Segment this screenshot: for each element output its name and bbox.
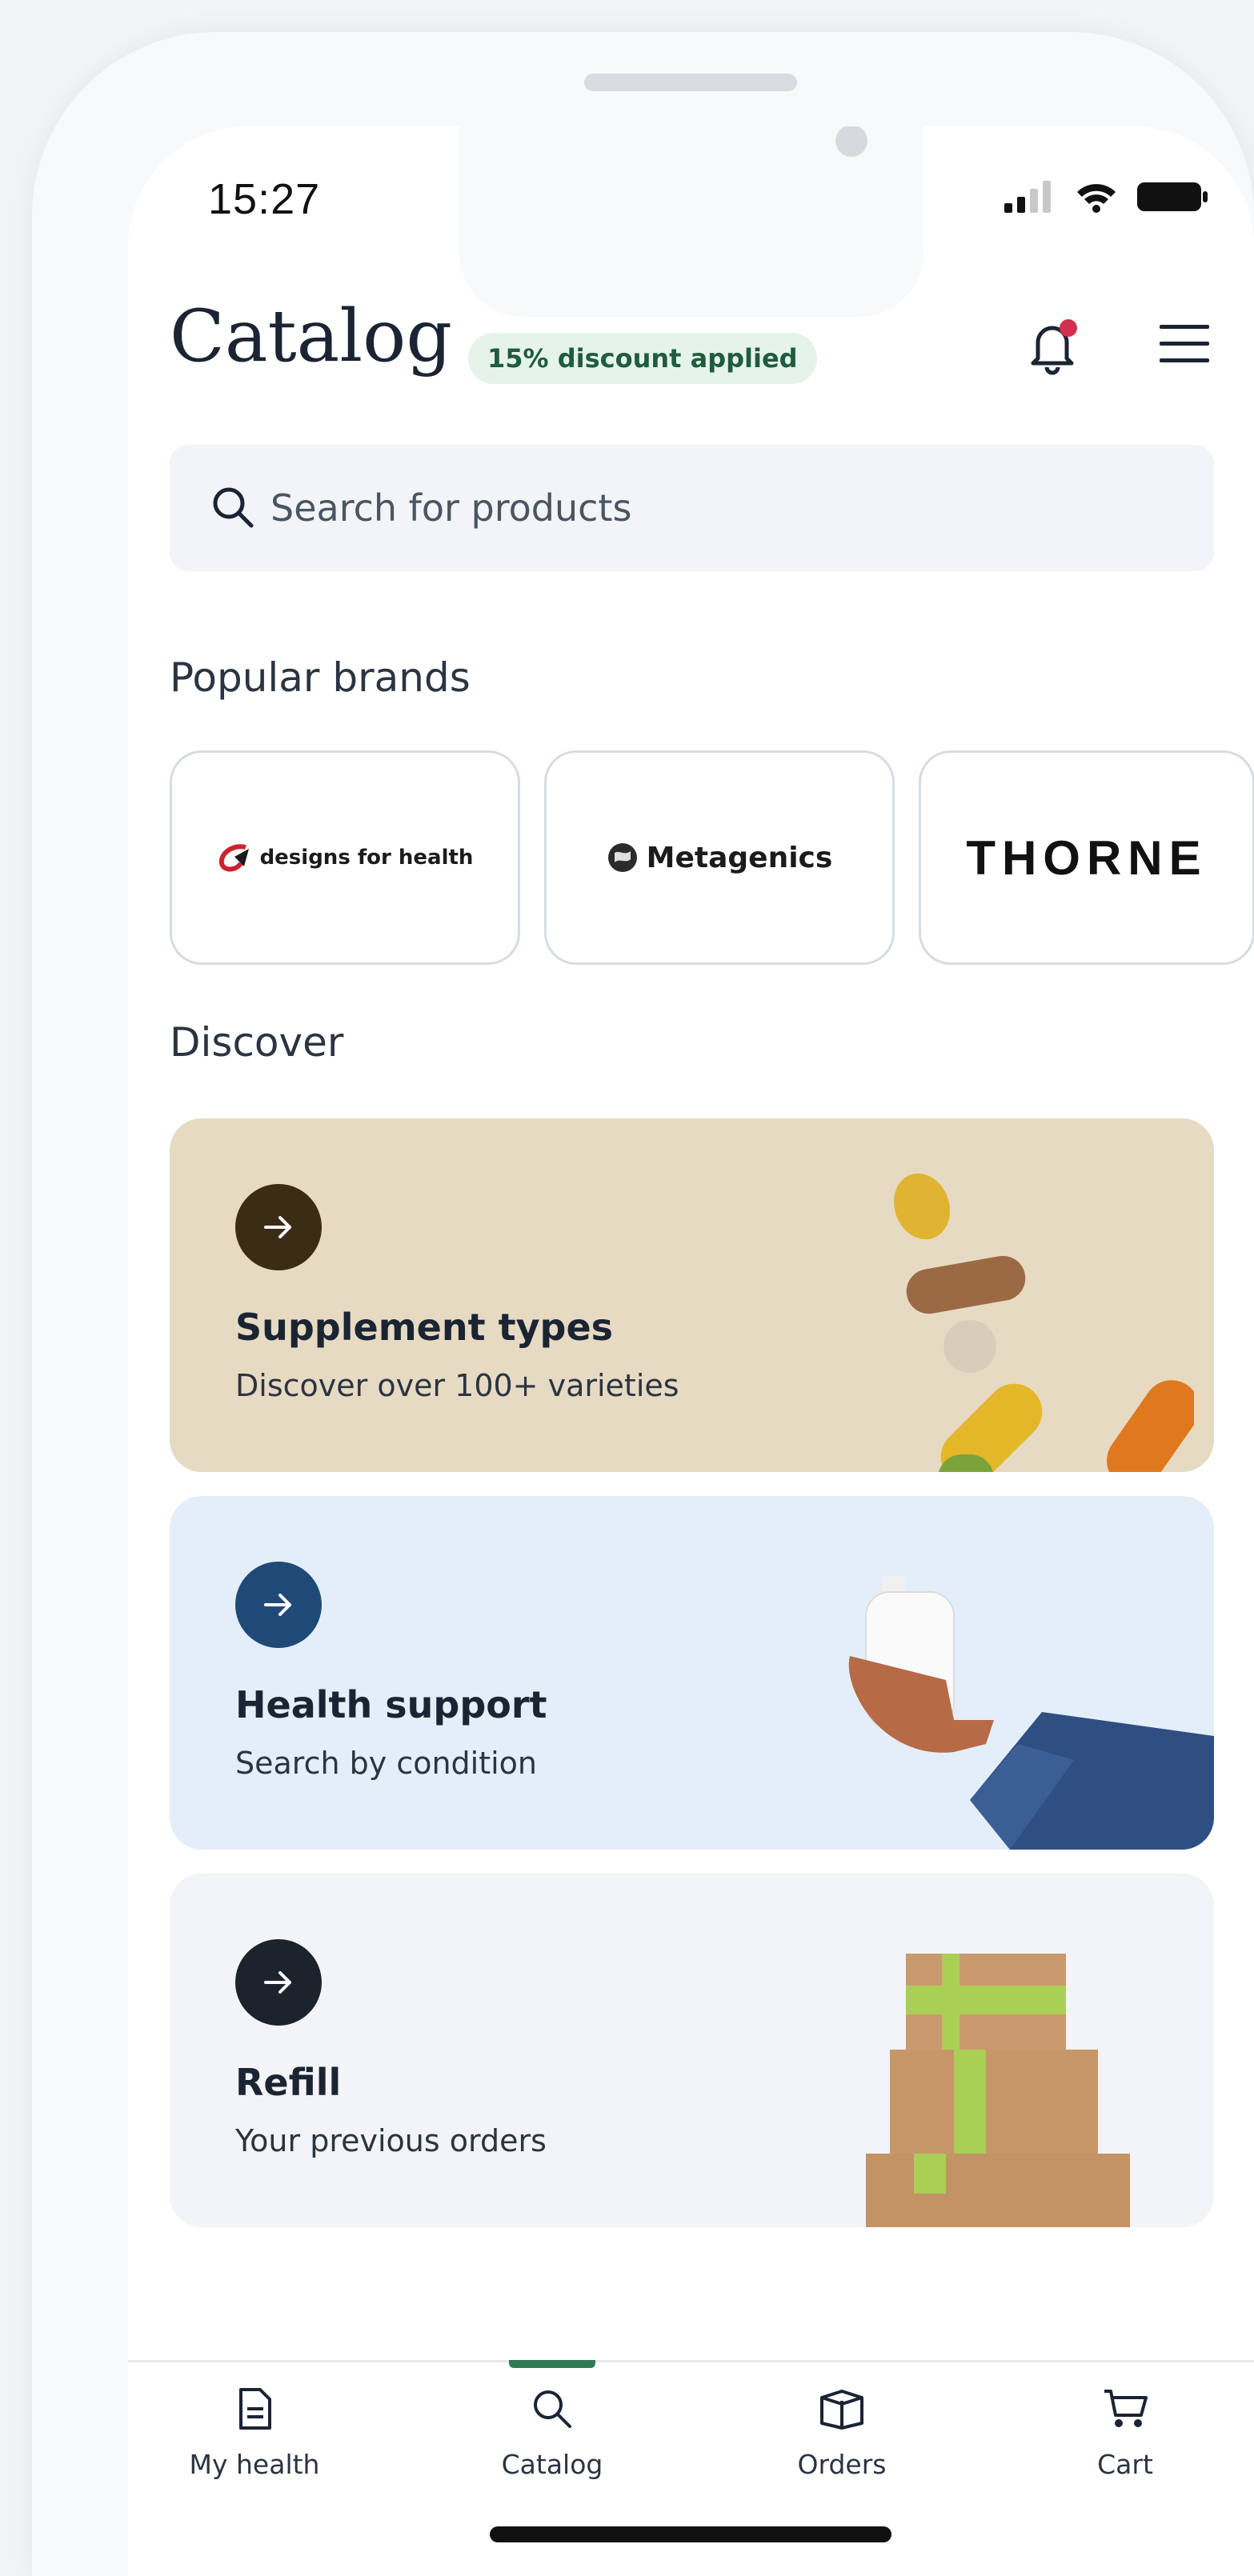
designs-for-health-logo: designs for health xyxy=(217,842,474,873)
search-icon xyxy=(213,487,254,528)
capsules-illustration xyxy=(893,1173,1194,1472)
tab-orders[interactable]: Orders xyxy=(722,2386,962,2480)
app-screen: 15:27 Catalog 15% discount applied Searc… xyxy=(128,126,1254,2576)
discount-badge: 15% discount applied xyxy=(468,333,817,384)
arrow-right-icon xyxy=(264,1594,291,1616)
status-time: 15:27 xyxy=(208,175,321,223)
page-title: Catalog xyxy=(170,294,452,378)
brand-name: Metagenics xyxy=(646,841,833,874)
tab-label: Catalog xyxy=(501,2449,603,2480)
discover-card-supplement-types[interactable]: Supplement types Discover over 100+ vari… xyxy=(170,1118,1214,1472)
search-icon xyxy=(534,2390,571,2428)
document-icon xyxy=(239,2388,271,2430)
arrow-button[interactable] xyxy=(235,1939,322,2026)
hand-bottle-illustration xyxy=(848,1576,1214,1850)
notch xyxy=(459,126,923,317)
search-bar[interactable] xyxy=(170,445,1214,571)
battery-icon xyxy=(1137,182,1208,211)
arrow-right-icon xyxy=(264,1971,291,1994)
brand-card-metagenics[interactable]: Metagenics xyxy=(544,750,895,965)
arrow-button[interactable] xyxy=(235,1562,322,1648)
dfh-swirl-icon xyxy=(218,844,249,872)
thorne-logo: THORNE xyxy=(966,830,1208,885)
cart-icon xyxy=(1104,2390,1148,2427)
home-indicator xyxy=(490,2526,891,2542)
status-icons xyxy=(1004,181,1209,213)
bell-icon xyxy=(1031,319,1077,375)
phone-frame: 15:27 Catalog 15% discount applied Searc… xyxy=(32,32,1254,2576)
active-tab-indicator xyxy=(509,2360,595,2368)
menu-button[interactable] xyxy=(1156,318,1212,370)
card-title: Refill xyxy=(235,2061,342,2104)
arrow-right-icon xyxy=(264,1216,291,1238)
discover-heading: Discover xyxy=(170,1019,344,1066)
tab-catalog[interactable]: Catalog xyxy=(432,2386,672,2480)
boxes-illustration xyxy=(866,1954,1130,2227)
cellular-signal-icon xyxy=(1004,181,1051,213)
card-subtitle: Search by condition xyxy=(235,1746,538,1781)
hamburger-icon xyxy=(1160,325,1209,362)
search-input[interactable] xyxy=(269,486,1072,530)
globe-icon xyxy=(607,843,637,872)
discover-card-refill[interactable]: Refill Your previous orders xyxy=(170,1874,1214,2227)
brands-carousel[interactable]: designs for health Metagenics THORNE xyxy=(170,750,1254,965)
tab-label: My health xyxy=(189,2449,320,2480)
card-subtitle: Your previous orders xyxy=(235,2123,547,2158)
notification-button[interactable] xyxy=(1020,314,1084,378)
card-title: Supplement types xyxy=(235,1306,614,1349)
discover-card-health-support[interactable]: Health support Search by condition xyxy=(170,1496,1214,1850)
tab-my-health[interactable]: My health xyxy=(134,2386,375,2480)
tab-label: Orders xyxy=(797,2449,887,2480)
phone-speaker xyxy=(584,74,797,91)
brand-card-thorne[interactable]: THORNE xyxy=(919,750,1254,965)
brand-card-designs-for-health[interactable]: designs for health xyxy=(170,750,520,965)
card-subtitle: Discover over 100+ varieties xyxy=(235,1368,679,1403)
brand-name: designs for health xyxy=(259,846,474,870)
metagenics-logo: Metagenics xyxy=(607,841,833,874)
bottom-tab-bar: My health Catalog Orders Cart xyxy=(128,2360,1254,2576)
camera xyxy=(835,126,867,157)
popular-brands-heading: Popular brands xyxy=(170,654,471,701)
arrow-button[interactable] xyxy=(235,1184,322,1270)
tab-label: Cart xyxy=(1097,2449,1153,2480)
box-icon xyxy=(820,2390,863,2430)
tab-cart[interactable]: Cart xyxy=(1005,2386,1245,2480)
card-title: Health support xyxy=(235,1683,547,1726)
wifi-icon xyxy=(1077,184,1116,213)
